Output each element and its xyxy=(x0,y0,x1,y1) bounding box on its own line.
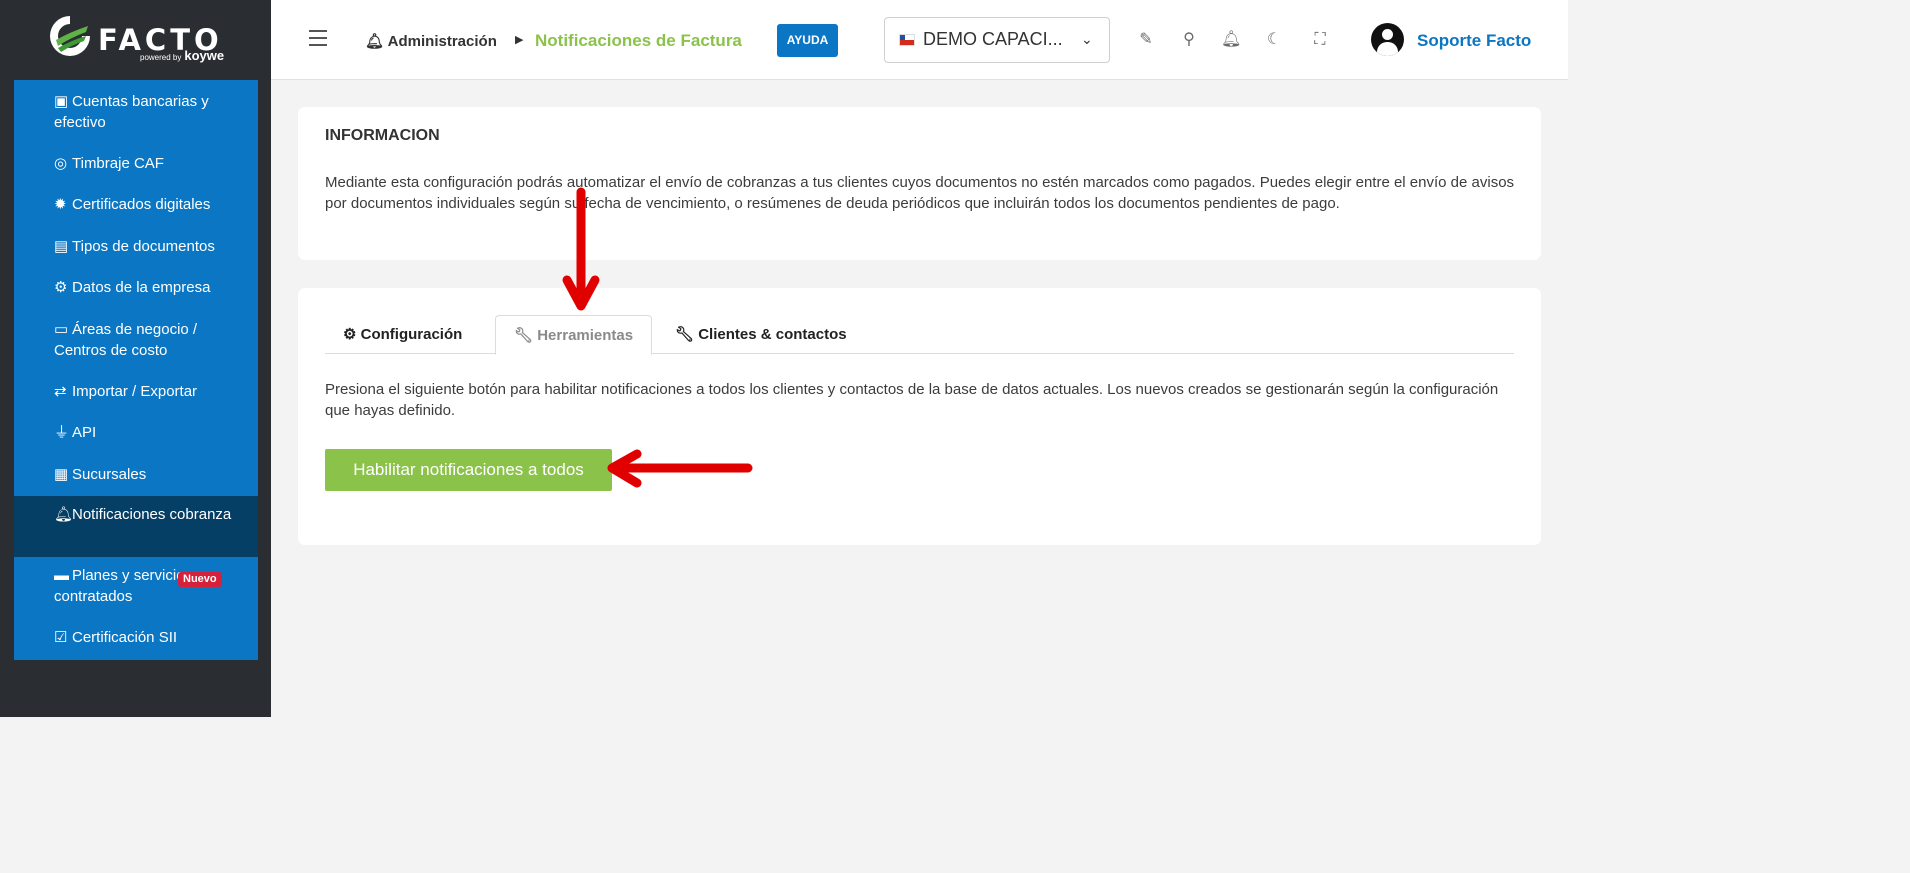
sidebar-item-timbraje[interactable]: ◎ Timbraje CAF xyxy=(14,154,258,175)
plug-icon: ⏚ xyxy=(54,424,70,441)
search-icon[interactable]: ⚲ xyxy=(1179,30,1199,50)
partner-name: koywe xyxy=(184,48,225,63)
sidebar-item-label: API xyxy=(72,424,97,441)
building-icon: ▦ xyxy=(54,466,69,483)
bell-icon: 🔔︎ xyxy=(365,33,385,50)
chevron-down-icon: ⌄ xyxy=(1081,31,1093,47)
fullscreen-icon[interactable]: ⛶ xyxy=(1310,30,1330,50)
sidebar-item-sucursales[interactable]: ▦ Sucursales xyxy=(14,465,258,486)
breadcrumb-parent[interactable]: 🔔︎ Administración xyxy=(365,32,497,50)
tab-configuracion[interactable]: ⚙ Configuración xyxy=(325,315,480,354)
bell-icon: 🔔︎ xyxy=(54,506,74,523)
tab-clientes-contactos[interactable]: 🔧︎ Clientes & contactos xyxy=(657,315,865,354)
tab-label: Herramientas xyxy=(537,327,634,344)
new-badge: Nuevo xyxy=(178,572,222,587)
sidebar-item-notificaciones[interactable]: 🔔︎Notificaciones cobranza xyxy=(14,496,258,557)
help-button[interactable]: AYUDA xyxy=(777,24,838,57)
sidebar-item-importar-exportar[interactable]: ⇄ Importar / Exportar xyxy=(14,382,258,403)
sidebar-item-tipos-documentos[interactable]: ▤ Tipos de documentos xyxy=(14,237,258,258)
chevron-right-icon: ▶ xyxy=(515,34,524,46)
chile-flag-icon xyxy=(899,34,915,46)
sidebar-item-label: Certificados digitales xyxy=(72,196,211,213)
target-icon: ◎ xyxy=(54,155,68,172)
tab-bar: ⚙ Configuración 🔧︎ Herramientas 🔧︎ Clien… xyxy=(325,315,1514,355)
info-card: INFORMACION Mediante esta configuración … xyxy=(298,107,1541,260)
dark-mode-moon-icon[interactable]: ☾ xyxy=(1264,30,1284,50)
exchange-icon: ⇄ xyxy=(54,383,67,400)
sidebar-item-label: Cuentas bancarias y efectivo xyxy=(54,93,209,131)
wrench-icon: 🔧︎ xyxy=(514,327,534,344)
sidebar-item-datos-empresa[interactable]: ⚙ Datos de la empresa xyxy=(14,278,258,299)
check-square-icon: ☑ xyxy=(54,629,68,646)
certificate-icon: ✹ xyxy=(54,196,67,213)
sidebar-item-certificacion-sii[interactable]: ☑ Certificación SII xyxy=(14,628,258,649)
gear-icon: ⚙ xyxy=(54,279,68,296)
sidebar: FACTO powered by koywe ▣ Cuentas bancarias… xyxy=(0,0,271,717)
info-title: INFORMACION xyxy=(325,127,440,144)
sidebar-item-planes[interactable]: ▬ Planes y servicios contratados Nuevo xyxy=(14,566,258,607)
hamburger-menu-icon[interactable] xyxy=(309,30,327,46)
sidebar-item-label: Tipos de documentos xyxy=(72,238,215,255)
enable-all-notifications-button[interactable]: Habilitar notificaciones a todos xyxy=(325,449,612,491)
tab-herramientas[interactable]: 🔧︎ Herramientas xyxy=(495,315,653,355)
avatar[interactable] xyxy=(1371,23,1404,56)
sidebar-item-label: Notificaciones cobranza xyxy=(72,506,232,523)
page-title: Notificaciones de Factura xyxy=(535,31,742,50)
powered-by-text: powered by xyxy=(140,53,182,62)
tools-description: Presiona el siguiente botón para habilit… xyxy=(325,381,1499,419)
wrench-icon: 🔧︎ xyxy=(675,326,695,343)
sidebar-item-api[interactable]: ⏚ API xyxy=(14,423,258,444)
company-name: DEMO CAPACI... xyxy=(923,29,1063,49)
notifications-bell-icon[interactable]: 🔔︎ xyxy=(1221,30,1241,50)
sidebar-item-label: Datos de la empresa xyxy=(72,279,211,296)
sidebar-item-areas-negocio[interactable]: ▭ Áreas de negocio / Centros de costo xyxy=(14,320,258,361)
facto-logo[interactable]: FACTO powered by koywe xyxy=(48,14,228,70)
breadcrumb-parent-label: Administración xyxy=(387,33,497,50)
sidebar-item-label: Sucursales xyxy=(72,466,147,483)
sidebar-item-label: Timbraje CAF xyxy=(72,155,164,172)
sidebar-item-certificados[interactable]: ✹ Certificados digitales xyxy=(14,195,258,216)
sidebar-item-cuentas[interactable]: ▣ Cuentas bancarias y efectivo xyxy=(14,92,258,133)
document-icon: ▤ xyxy=(54,238,69,255)
archive-icon: ▭ xyxy=(54,321,69,338)
logo-powered-by: powered by koywe xyxy=(140,49,224,62)
info-text: Mediante esta configuración podrás autom… xyxy=(325,174,1515,212)
company-selector[interactable]: DEMO CAPACI... ⌄ xyxy=(884,17,1110,63)
sidebar-item-label: Certificación SII xyxy=(72,629,178,646)
logo-mark-icon xyxy=(50,16,90,56)
sidebar-item-label: Importar / Exportar xyxy=(72,383,198,400)
sidebar-item-label: Áreas de negocio / Centros de costo xyxy=(54,321,198,359)
signature-icon[interactable]: ✎ xyxy=(1136,30,1156,50)
tab-label: Configuración xyxy=(360,326,463,343)
sidebar-item-label: Planes y servicios contratados xyxy=(54,567,193,605)
user-name[interactable]: Soporte Facto xyxy=(1417,31,1531,51)
card-icon: ▬ xyxy=(54,567,69,584)
money-icon: ▣ xyxy=(54,93,69,110)
tools-card: ⚙ Configuración 🔧︎ Herramientas 🔧︎ Clien… xyxy=(298,288,1541,545)
top-bar: 🔔︎ Administración ▶ Notificaciones de Fa… xyxy=(271,0,1568,80)
settings-menu: ▣ Cuentas bancarias y efectivo ◎ Timbraje … xyxy=(14,80,258,660)
gears-icon: ⚙ xyxy=(343,326,357,343)
tab-label: Clientes & contactos xyxy=(698,326,847,343)
